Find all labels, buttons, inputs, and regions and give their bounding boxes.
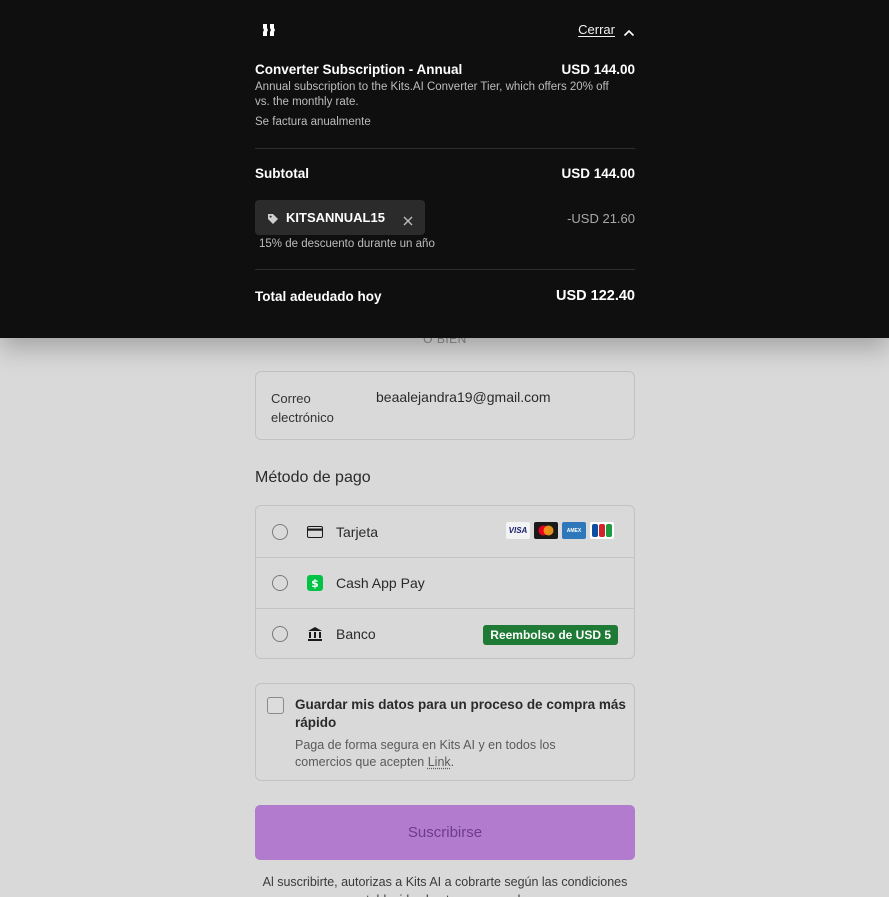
payment-label-card: Tarjeta bbox=[336, 523, 379, 540]
close-summary-label: Cerrar bbox=[578, 22, 615, 37]
subtotal-label: Subtotal bbox=[255, 166, 309, 181]
promo-code: KITSANNUAL15 bbox=[286, 210, 385, 225]
save-info-checkbox[interactable] bbox=[267, 697, 284, 714]
email-field-box: Correo electrónico beaalejandra19@gmail.… bbox=[255, 371, 635, 440]
card-icon bbox=[307, 524, 323, 540]
subtotal-value: USD 144.00 bbox=[561, 166, 635, 181]
cash-app-icon: $ bbox=[307, 575, 323, 591]
remove-promo-icon[interactable] bbox=[403, 213, 413, 225]
tag-icon bbox=[267, 212, 279, 224]
payment-method-list: Tarjeta VISA AMEX $ Cash App Pay Banco R… bbox=[255, 505, 635, 659]
save-info-desc-end: . bbox=[450, 755, 455, 769]
bank-refund-badge: Reembolso de USD 5 bbox=[483, 625, 618, 645]
subscribe-button[interactable]: Suscribirse bbox=[255, 805, 635, 860]
save-info-desc-text: Paga de forma segura en Kits AI y en tod… bbox=[295, 738, 556, 769]
payment-label-cash-app: Cash App Pay bbox=[336, 575, 425, 591]
chevron-up-icon bbox=[623, 25, 635, 36]
kits-logo-icon bbox=[262, 23, 276, 37]
promo-code-chip: KITSANNUAL15 bbox=[255, 200, 425, 235]
radio-bank[interactable] bbox=[272, 626, 288, 642]
payment-option-cash-app[interactable]: $ Cash App Pay bbox=[256, 557, 634, 608]
divider bbox=[255, 269, 635, 270]
billing-frequency: Se factura anualmente bbox=[255, 116, 371, 128]
bank-icon bbox=[307, 626, 323, 642]
product-line-item: Converter Subscription - Annual USD 144.… bbox=[255, 62, 635, 128]
legal-text: Al suscribirte, autorizas a Kits AI a co… bbox=[262, 875, 628, 897]
close-summary-button[interactable]: Cerrar bbox=[578, 22, 635, 37]
payment-label-bank: Banco bbox=[336, 626, 376, 642]
mastercard-logo bbox=[534, 522, 558, 539]
save-info-box: Guardar mis datos para un proceso de com… bbox=[255, 683, 635, 781]
jcb-logo bbox=[590, 522, 614, 539]
order-summary-panel: Cerrar Converter Subscription - Annual U… bbox=[0, 0, 889, 338]
payment-option-bank[interactable]: Banco Reembolso de USD 5 bbox=[256, 608, 634, 659]
radio-card[interactable] bbox=[272, 523, 288, 540]
save-info-title: Guardar mis datos para un proceso de com… bbox=[295, 697, 626, 730]
payment-method-title: Método de pago bbox=[255, 469, 371, 486]
link-info-link[interactable]: Link bbox=[428, 755, 451, 769]
card-brand-logos: VISA AMEX bbox=[506, 522, 614, 539]
visa-logo: VISA bbox=[506, 522, 530, 539]
divider bbox=[255, 148, 635, 149]
product-price: USD 144.00 bbox=[561, 62, 635, 77]
payment-option-card[interactable]: Tarjeta VISA AMEX bbox=[256, 506, 634, 557]
total-due-value: USD 122.40 bbox=[556, 288, 635, 304]
promo-note: 15% de descuento durante un año bbox=[259, 238, 435, 250]
email-label: Correo electrónico bbox=[271, 391, 334, 425]
promo-discount-value: -USD 21.60 bbox=[567, 211, 635, 226]
email-value: beaalejandra19@gmail.com bbox=[376, 389, 551, 405]
radio-cash-app[interactable] bbox=[272, 575, 288, 591]
svg-text:$: $ bbox=[311, 577, 319, 590]
save-info-description: Paga de forma segura en Kits AI y en tod… bbox=[295, 737, 615, 771]
amex-logo: AMEX bbox=[562, 522, 586, 539]
product-description: Annual subscription to the Kits.AI Conve… bbox=[255, 81, 609, 108]
total-due-label: Total adeudado hoy bbox=[255, 289, 382, 304]
